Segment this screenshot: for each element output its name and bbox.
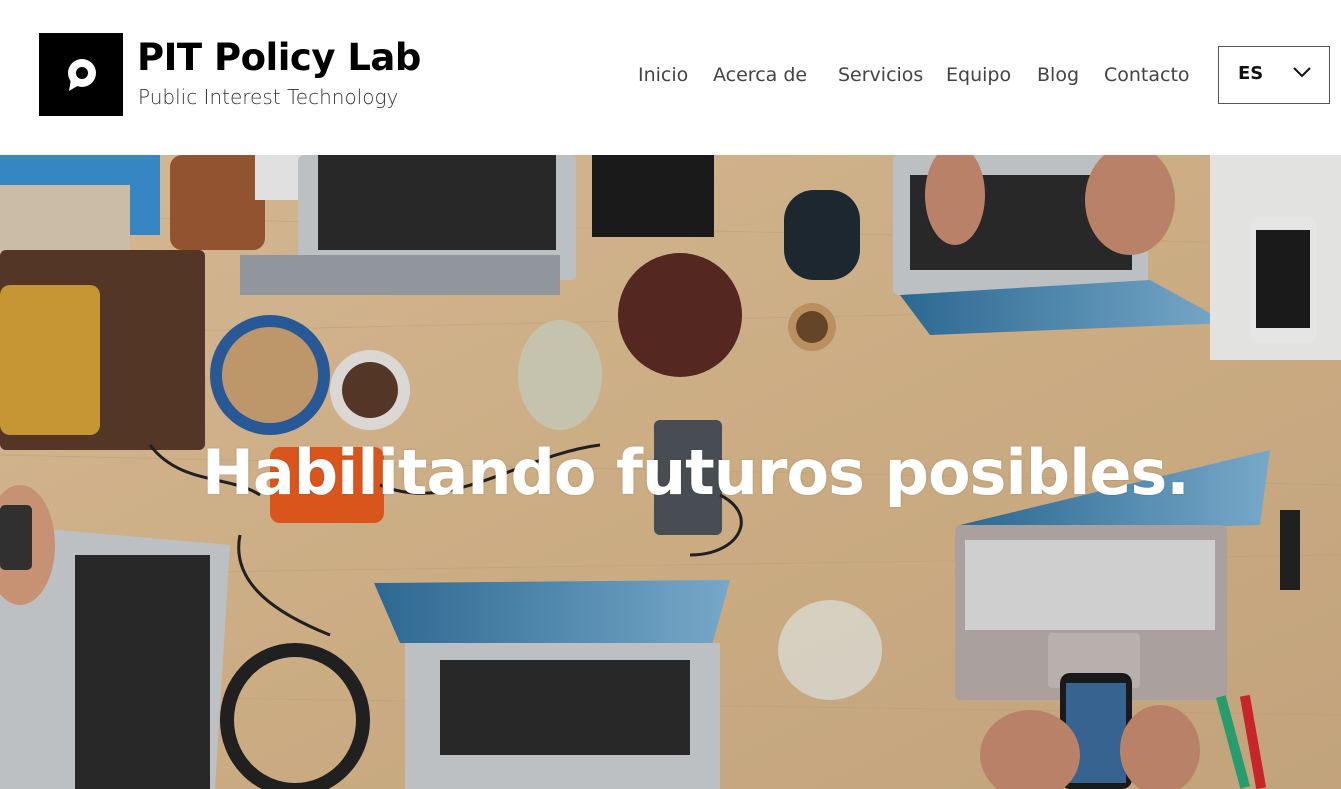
nav-item-inicio[interactable]: Inicio (638, 62, 688, 88)
nav-item-equipo[interactable]: Equipo (946, 62, 1011, 88)
site-tagline: Public Interest Technology (138, 85, 399, 109)
hero-headline: Habilitando futuros posibles. (202, 436, 1190, 509)
nav-item-blog[interactable]: Blog (1037, 62, 1079, 88)
chevron-down-icon (1293, 67, 1311, 78)
site-header: PIT Policy Lab Public Interest Technolog… (0, 0, 1341, 155)
nav-item-servicios[interactable]: Servicios (838, 62, 923, 88)
nav-item-contacto[interactable]: Contacto (1104, 62, 1190, 88)
logo[interactable] (39, 33, 123, 116)
nav-item-acerca-de[interactable]: Acerca de (713, 62, 807, 88)
language-selector[interactable]: ES (1218, 46, 1330, 104)
p-speech-bubble-icon (68, 58, 96, 91)
hero-banner: Habilitando futuros posibles. (0, 155, 1341, 789)
site-title[interactable]: PIT Policy Lab (137, 36, 421, 80)
language-selected: ES (1238, 63, 1264, 84)
